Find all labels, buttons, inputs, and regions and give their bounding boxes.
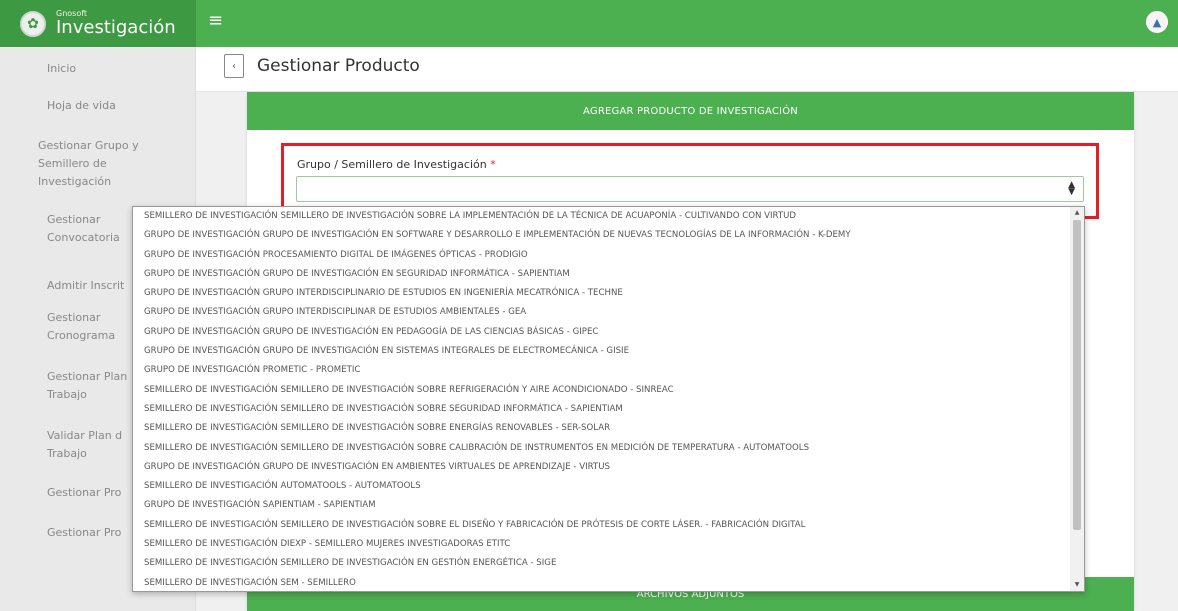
dropdown-option[interactable]: SEMILLERO DE INVESTIGACIÓN SEMILLERO DE … bbox=[133, 400, 1070, 419]
dropdown-option[interactable]: SEMILLERO DE INVESTIGACIÓN DIEXP - SEMIL… bbox=[133, 535, 1070, 554]
dropdown-option[interactable]: SEMILLERO DE INVESTIGACIÓN SEMILLERO DE … bbox=[133, 439, 1070, 458]
sidebar-item-gestionar-grupo[interactable]: Gestionar Grupo y Semillero de Investiga… bbox=[38, 137, 158, 191]
dropdown-option[interactable]: GRUPO DE INVESTIGACIÓN PROMETIC - PROMET… bbox=[133, 361, 1070, 380]
brand-small-text: Gnosoft bbox=[56, 9, 88, 18]
dropdown-options: SEMILLERO DE INVESTIGACIÓN SEMILLERO DE … bbox=[133, 207, 1070, 591]
page-header: ‹ Gestionar Producto bbox=[196, 47, 1178, 92]
page-title: Gestionar Producto bbox=[257, 56, 420, 76]
dropdown-option[interactable]: SEMILLERO DE INVESTIGACIÓN SEM - SEMILLE… bbox=[133, 574, 1070, 591]
group-field-label-text: Grupo / Semillero de Investigación bbox=[297, 158, 487, 171]
sidebar-item-gestionar-cronograma[interactable]: Gestionar Cronograma bbox=[47, 309, 132, 345]
dropdown-option[interactable]: GRUPO DE INVESTIGACIÓN GRUPO INTERDISCIP… bbox=[133, 303, 1070, 322]
user-avatar-icon[interactable]: ▲ bbox=[1146, 11, 1168, 33]
sidebar-item-gestionar-plan-trabajo[interactable]: Gestionar Plan Trabajo bbox=[47, 368, 132, 404]
sidebar-item-admitir-inscritos[interactable]: Admitir Inscrit bbox=[47, 277, 132, 295]
dropdown-option[interactable]: SEMILLERO DE INVESTIGACIÓN SEMILLERO DE … bbox=[133, 419, 1070, 438]
dropdown-option[interactable]: SEMILLERO DE INVESTIGACIÓN SEMILLERO DE … bbox=[133, 207, 1070, 226]
brand-name: Investigación bbox=[56, 17, 176, 38]
sidebar-item-hoja-de-vida[interactable]: Hoja de vida bbox=[47, 97, 116, 115]
dropdown-option[interactable]: SEMILLERO DE INVESTIGACIÓN AUTOMATOOLS -… bbox=[133, 477, 1070, 496]
brand[interactable]: ✿ Gnosoft Investigación bbox=[0, 0, 196, 47]
hamburger-menu-icon[interactable]: ≡ bbox=[208, 11, 226, 31]
dropdown-option[interactable]: GRUPO DE INVESTIGACIÓN GRUPO DE INVESTIG… bbox=[133, 265, 1070, 284]
dropdown-option[interactable]: GRUPO DE INVESTIGACIÓN GRUPO DE INVESTIG… bbox=[133, 323, 1070, 342]
top-bar: ✿ Gnosoft Investigación ≡ ▲ bbox=[0, 0, 1178, 47]
scrollbar-thumb[interactable] bbox=[1073, 220, 1081, 530]
brand-text: Gnosoft Investigación bbox=[56, 10, 176, 37]
sidebar-item-validar-plan-trabajo[interactable]: Validar Plan d Trabajo bbox=[47, 427, 132, 463]
group-field-label: Grupo / Semillero de Investigación * bbox=[297, 158, 496, 171]
group-select[interactable]: ▲ ▼ bbox=[296, 176, 1084, 202]
group-dropdown-list[interactable]: SEMILLERO DE INVESTIGACIÓN SEMILLERO DE … bbox=[132, 206, 1085, 592]
dropdown-option[interactable]: GRUPO DE INVESTIGACIÓN GRUPO INTERDISCIP… bbox=[133, 284, 1070, 303]
logo-icon: ✿ bbox=[20, 10, 46, 37]
dropdown-scrollbar[interactable]: ▲ ▼ bbox=[1070, 207, 1084, 591]
sidebar-item-gestionar-producto-2[interactable]: Gestionar Pro bbox=[47, 524, 132, 542]
select-arrow-icon: ▲ ▼ bbox=[1068, 180, 1075, 197]
sidebar-item-gestionar-convocatoria[interactable]: Gestionar Convocatoria bbox=[47, 211, 132, 247]
dropdown-option[interactable]: GRUPO DE INVESTIGACIÓN SAPIENTIAM - SAPI… bbox=[133, 496, 1070, 515]
card-header: AGREGAR PRODUCTO DE INVESTIGACIÓN bbox=[247, 92, 1134, 130]
sidebar-item-inicio[interactable]: Inicio bbox=[47, 60, 76, 78]
dropdown-option[interactable]: SEMILLERO DE INVESTIGACIÓN SEMILLERO DE … bbox=[133, 516, 1070, 535]
dropdown-option[interactable]: SEMILLERO DE INVESTIGACIÓN SEMILLERO DE … bbox=[133, 554, 1070, 573]
scroll-up-icon[interactable]: ▲ bbox=[1070, 207, 1084, 219]
required-mark: * bbox=[490, 158, 496, 171]
dropdown-option[interactable]: GRUPO DE INVESTIGACIÓN GRUPO DE INVESTIG… bbox=[133, 342, 1070, 361]
dropdown-option[interactable]: GRUPO DE INVESTIGACIÓN PROCESAMIENTO DIG… bbox=[133, 246, 1070, 265]
dropdown-option[interactable]: GRUPO DE INVESTIGACIÓN GRUPO DE INVESTIG… bbox=[133, 226, 1070, 245]
back-button[interactable]: ‹ bbox=[224, 54, 244, 78]
sidebar-item-gestionar-producto[interactable]: Gestionar Pro bbox=[47, 484, 132, 502]
dropdown-option[interactable]: SEMILLERO DE INVESTIGACIÓN SEMILLERO DE … bbox=[133, 381, 1070, 400]
dropdown-option[interactable]: GRUPO DE INVESTIGACIÓN GRUPO DE INVESTIG… bbox=[133, 458, 1070, 477]
scroll-down-icon[interactable]: ▼ bbox=[1070, 579, 1084, 591]
